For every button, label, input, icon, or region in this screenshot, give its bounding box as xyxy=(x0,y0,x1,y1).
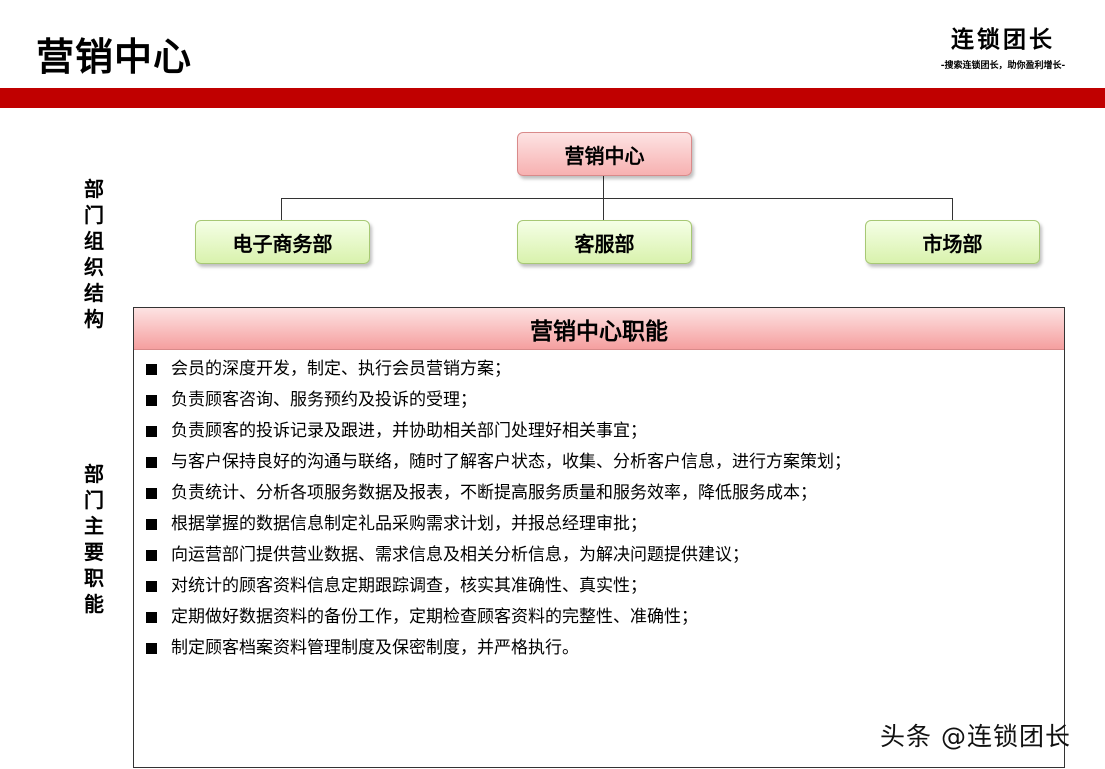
duty-text: 负责顾客咨询、服务预约及投诉的受理； xyxy=(171,390,477,410)
duty-item: 会员的深度开发，制定、执行会员营销方案； xyxy=(146,354,851,385)
duty-item: 负责顾客咨询、服务预约及投诉的受理； xyxy=(146,385,851,416)
duty-text: 与客户保持良好的沟通与联络，随时了解客户状态，收集、分析客户信息，进行方案策划； xyxy=(171,452,851,472)
duty-text: 负责顾客的投诉记录及跟进，并协助相关部门处理好相关事宜； xyxy=(171,421,647,441)
duty-item: 对统计的顾客资料信息定期跟踪调查，核实其准确性、真实性； xyxy=(146,571,851,602)
side-label-char: 门 xyxy=(84,203,104,227)
side-label-char: 职 xyxy=(84,566,104,590)
connector-drop-market xyxy=(952,198,953,220)
square-bullet-icon xyxy=(146,488,157,499)
connector-drop-service xyxy=(603,198,604,220)
side-label-char: 门 xyxy=(84,488,104,512)
side-label-char: 主 xyxy=(84,514,104,538)
square-bullet-icon xyxy=(146,550,157,561)
duty-item: 负责统计、分析各项服务数据及报表，不断提高服务质量和服务效率，降低服务成本； xyxy=(146,478,851,509)
duty-text: 会员的深度开发，制定、执行会员营销方案； xyxy=(171,359,511,379)
duty-item: 向运营部门提供营业数据、需求信息及相关分析信息，为解决问题提供建议； xyxy=(146,540,851,571)
side-label-char: 织 xyxy=(84,255,104,279)
duty-text: 向运营部门提供营业数据、需求信息及相关分析信息，为解决问题提供建议； xyxy=(171,545,749,565)
duties-title: 营销中心职能 xyxy=(134,308,1064,350)
duty-item: 制定顾客档案资料管理制度及保密制度，并严格执行。 xyxy=(146,633,851,664)
duty-item: 定期做好数据资料的备份工作，定期检查顾客资料的完整性、准确性； xyxy=(146,602,851,633)
org-node-root: 营销中心 xyxy=(517,132,692,176)
duty-text: 负责统计、分析各项服务数据及报表，不断提高服务质量和服务效率，降低服务成本； xyxy=(171,483,817,503)
org-node-marketing: 市场部 xyxy=(865,220,1040,264)
brand-slogan: -搜索连锁团长，助你盈利增长- xyxy=(940,61,1066,71)
connector-root-stem xyxy=(603,176,604,198)
square-bullet-icon xyxy=(146,395,157,406)
square-bullet-icon xyxy=(146,426,157,437)
duty-item: 与客户保持良好的沟通与联络，随时了解客户状态，收集、分析客户信息，进行方案策划； xyxy=(146,447,851,478)
square-bullet-icon xyxy=(146,612,157,623)
side-label-main-duties: 部 门 主 要 职 能 xyxy=(79,461,109,617)
connector-drop-ecommerce xyxy=(281,198,282,220)
duty-item: 负责顾客的投诉记录及跟进，并协助相关部门处理好相关事宜； xyxy=(146,416,851,447)
side-label-char: 能 xyxy=(84,592,104,616)
duty-text: 定期做好数据资料的备份工作，定期检查顾客资料的完整性、准确性； xyxy=(171,607,698,627)
page-title: 营销中心 xyxy=(36,35,193,79)
side-label-char: 要 xyxy=(84,540,104,564)
square-bullet-icon xyxy=(146,519,157,530)
side-label-char: 构 xyxy=(84,307,104,331)
side-label-char: 部 xyxy=(84,177,104,201)
side-label-char: 部 xyxy=(84,462,104,486)
duties-panel: 营销中心职能 会员的深度开发，制定、执行会员营销方案； 负责顾客咨询、服务预约及… xyxy=(133,307,1065,768)
org-node-customer-service: 客服部 xyxy=(517,220,692,264)
square-bullet-icon xyxy=(146,457,157,468)
duties-list: 会员的深度开发，制定、执行会员营销方案； 负责顾客咨询、服务预约及投诉的受理； … xyxy=(146,354,851,664)
duty-text: 对统计的顾客资料信息定期跟踪调查，核实其准确性、真实性； xyxy=(171,576,647,596)
side-label-char: 组 xyxy=(84,229,104,253)
square-bullet-icon xyxy=(146,364,157,375)
duty-text: 根据掌握的数据信息制定礼品采购需求计划，并报总经理审批； xyxy=(171,514,647,534)
watermark: 头条 @连锁团长 xyxy=(880,722,1071,751)
duty-item: 根据掌握的数据信息制定礼品采购需求计划，并报总经理审批； xyxy=(146,509,851,540)
brand-name: 连锁团长 xyxy=(951,26,1055,53)
side-label-org-structure: 部 门 组 织 结 构 xyxy=(79,176,109,332)
brand-logo: 连锁团长 -搜索连锁团长，助你盈利增长- xyxy=(928,20,1078,71)
square-bullet-icon xyxy=(146,581,157,592)
connector-horizontal xyxy=(281,198,953,199)
duty-text: 制定顾客档案资料管理制度及保密制度，并严格执行。 xyxy=(171,638,579,658)
side-label-char: 结 xyxy=(84,281,104,305)
header-divider-band xyxy=(0,88,1105,108)
square-bullet-icon xyxy=(146,643,157,654)
org-node-ecommerce: 电子商务部 xyxy=(195,220,370,264)
